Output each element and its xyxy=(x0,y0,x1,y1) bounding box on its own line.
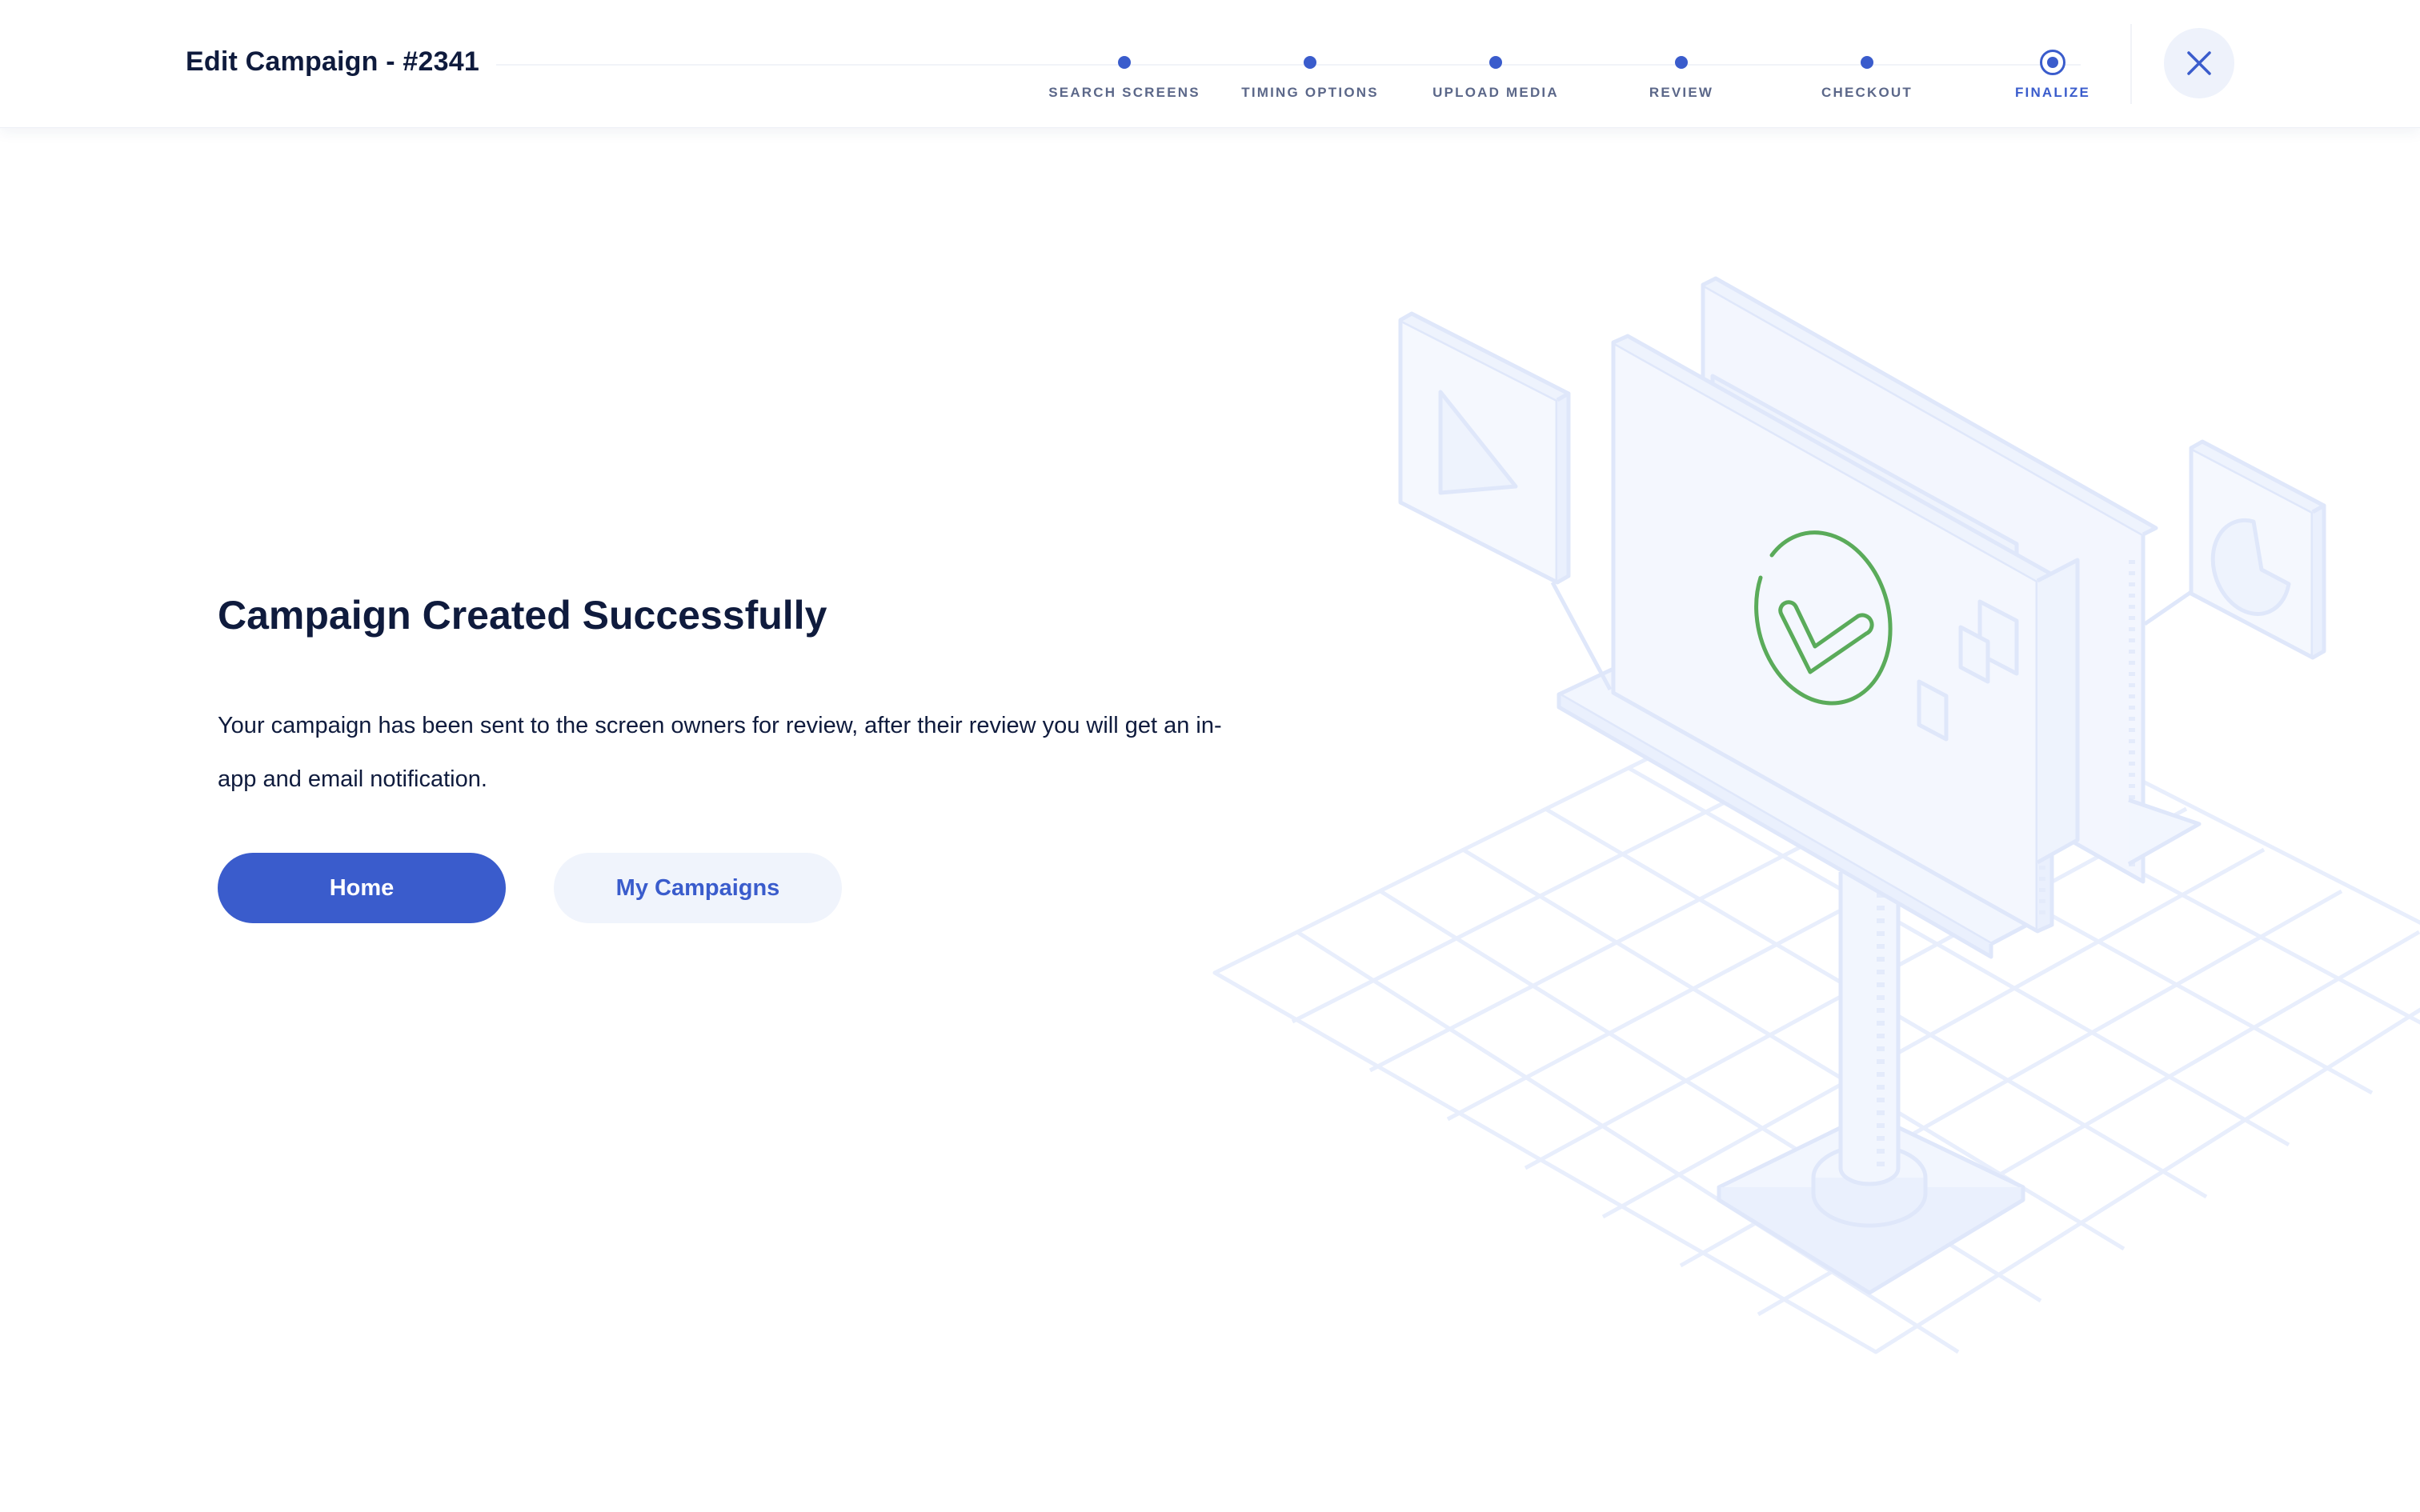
step-label: FINALIZE xyxy=(2014,85,2091,100)
step-upload-media[interactable]: UPLOAD MEDIA xyxy=(1400,53,1592,101)
close-icon xyxy=(2187,51,2211,75)
step-checkout[interactable]: CHECKOUT xyxy=(1771,53,1963,101)
step-finalize[interactable]: FINALIZE xyxy=(1957,50,2149,101)
step-complete-dot xyxy=(1118,56,1131,69)
home-button[interactable]: Home xyxy=(218,853,506,923)
step-label: TIMING OPTIONS xyxy=(1241,85,1379,100)
success-headline: Campaign Created Successfully xyxy=(218,593,827,638)
page-title: Edit Campaign - #2341 xyxy=(186,46,479,77)
step-review[interactable]: REVIEW xyxy=(1585,53,1777,101)
step-current-dot xyxy=(2040,50,2065,75)
top-bar: Edit Campaign - #2341 SEARCH SCREENS TIM… xyxy=(0,0,2420,128)
step-timing-options[interactable]: TIMING OPTIONS xyxy=(1214,53,1406,101)
step-complete-dot xyxy=(1304,56,1316,69)
step-label: CHECKOUT xyxy=(1821,85,1913,100)
billboard-success-illustration xyxy=(1212,276,2420,1354)
step-label: SEARCH SCREENS xyxy=(1048,85,1200,100)
header-divider xyxy=(2130,24,2132,104)
success-message: Your campaign has been sent to the scree… xyxy=(218,713,1222,792)
step-complete-dot xyxy=(1861,56,1873,69)
step-search-screens[interactable]: SEARCH SCREENS xyxy=(1028,53,1220,101)
my-campaigns-button[interactable]: My Campaigns xyxy=(554,853,842,923)
close-button[interactable] xyxy=(2164,28,2234,98)
step-label: REVIEW xyxy=(1649,85,1714,100)
step-complete-dot xyxy=(1489,56,1502,69)
step-complete-dot xyxy=(1675,56,1688,69)
step-label: UPLOAD MEDIA xyxy=(1432,85,1559,100)
